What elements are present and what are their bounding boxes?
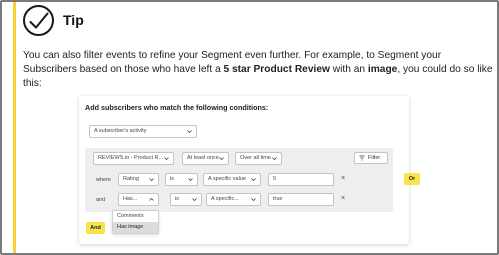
chevron-up-icon	[149, 197, 154, 201]
remove-condition-button[interactable]: ×	[341, 175, 345, 182]
event-select[interactable]: REVIEWS.io - Product R...	[93, 152, 174, 165]
activity-select[interactable]: A subscriber's activity	[89, 125, 197, 138]
accent-bar	[13, 2, 16, 253]
and-label: and	[96, 197, 106, 203]
conditions-panel: REVIEWS.io - Product R... At least once …	[85, 148, 393, 212]
value-type-select[interactable]: A specific...	[206, 193, 261, 206]
operator-select[interactable]: is	[165, 173, 198, 186]
value-type-select-value: A specific...	[211, 196, 239, 202]
and-button[interactable]: And	[86, 222, 105, 234]
value-type-select-value: A specific value	[208, 176, 246, 182]
property-select[interactable]: Has...	[118, 193, 159, 206]
card-heading: Add subscribers who match the following …	[85, 103, 269, 112]
frequency-select[interactable]: At least once	[182, 152, 229, 165]
chevron-down-icon	[219, 157, 224, 161]
operator-select[interactable]: is	[170, 193, 202, 206]
filter-button-label: Filter	[368, 155, 381, 161]
dropdown-option-comments[interactable]: Comments	[113, 211, 158, 222]
property-select-value: Has...	[123, 196, 138, 202]
timeframe-select[interactable]: Over all time	[235, 152, 282, 165]
tip-title: Tip	[63, 12, 84, 28]
property-select[interactable]: Rating	[118, 173, 159, 186]
operator-select-value: is	[170, 176, 174, 182]
activity-select-value: A subscriber's activity	[94, 128, 147, 134]
operator-select-value: is	[175, 196, 179, 202]
where-label: where	[96, 177, 111, 183]
event-select-value: REVIEWS.io - Product R...	[98, 155, 164, 161]
value-type-select[interactable]: A specific value	[203, 173, 261, 186]
chevron-down-icon	[164, 157, 169, 161]
frequency-select-value: At least once	[187, 155, 219, 161]
chevron-down-icon	[251, 198, 256, 202]
body-text-part2: with an	[329, 64, 368, 75]
filter-icon	[359, 155, 365, 161]
filter-button[interactable]: Filter	[354, 152, 388, 164]
chevron-down-icon	[272, 157, 277, 161]
value-input[interactable]: true	[268, 193, 334, 206]
body-text-bold-image: image	[367, 64, 398, 75]
timeframe-select-value: Over all time	[240, 155, 271, 161]
tip-body-text: You can also filter events to refine you…	[23, 49, 495, 91]
dropdown-option-has-image[interactable]: Has image	[113, 222, 158, 233]
chevron-down-icon	[251, 178, 256, 182]
checkmark-circle-icon	[23, 5, 54, 36]
remove-condition-button[interactable]: ×	[341, 195, 345, 202]
property-dropdown-menu: Comments Has image	[112, 210, 159, 234]
value-input[interactable]: 5	[268, 173, 334, 186]
property-select-value: Rating	[123, 176, 139, 182]
or-button[interactable]: Or	[404, 173, 420, 185]
body-text-bold-review: 5 star Product Review	[223, 64, 330, 75]
segment-conditions-card: Add subscribers who match the following …	[79, 96, 420, 244]
chevron-down-icon	[187, 130, 192, 134]
chevron-down-icon	[188, 178, 193, 182]
chevron-down-icon	[192, 198, 197, 202]
chevron-down-icon	[149, 178, 154, 182]
